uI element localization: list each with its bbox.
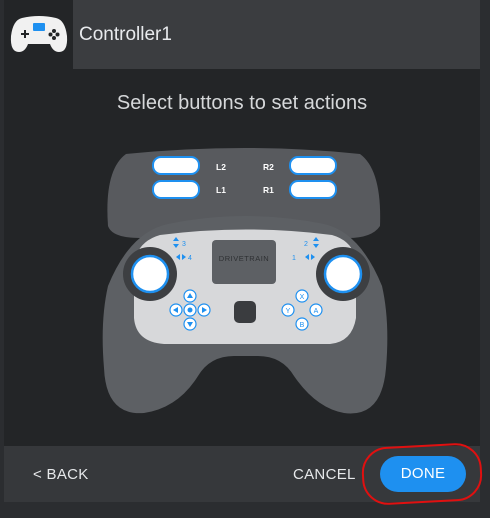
r2-label: R2: [263, 162, 274, 172]
cancel-button[interactable]: CANCEL: [293, 466, 356, 483]
instruction-text: Select buttons to set actions: [116, 92, 368, 114]
axis-4-label: 4: [188, 255, 192, 262]
center-button: [234, 301, 256, 323]
l1-button[interactable]: [152, 180, 200, 199]
b-label: B: [300, 322, 305, 329]
y-label: Y: [286, 308, 291, 315]
controller-icon-box: [4, 0, 73, 69]
axis-1-label: 1: [292, 255, 296, 262]
l2-label: L2: [216, 162, 226, 172]
controller-dialog: Controller1 Select buttons to set action…: [4, 0, 480, 502]
dialog-header: Controller1: [4, 0, 480, 69]
r1-label: R1: [263, 185, 274, 195]
done-button[interactable]: DONE: [380, 456, 466, 492]
axis-2-label: 2: [304, 241, 308, 248]
dialog-title: Controller1: [79, 24, 172, 45]
dialog-footer: < BACK CANCEL DONE: [4, 446, 480, 502]
left-joystick[interactable]: [130, 254, 170, 294]
r2-button[interactable]: [289, 156, 337, 175]
right-joystick[interactable]: [323, 254, 363, 294]
axis-3-label: 3: [182, 241, 186, 248]
back-button[interactable]: < BACK: [33, 466, 89, 483]
screen-label: DRIVETRAIN: [219, 254, 269, 263]
gamepad-icon: [10, 16, 68, 52]
x-label: X: [300, 294, 305, 301]
controller-diagram: L2 R2 L1 R1 DRIVETRAIN 3 4 2 1 X Y A B: [102, 148, 388, 414]
l1-label: L1: [216, 185, 226, 195]
r1-button[interactable]: [289, 180, 337, 199]
a-label: A: [314, 308, 319, 315]
l2-button[interactable]: [152, 156, 200, 175]
